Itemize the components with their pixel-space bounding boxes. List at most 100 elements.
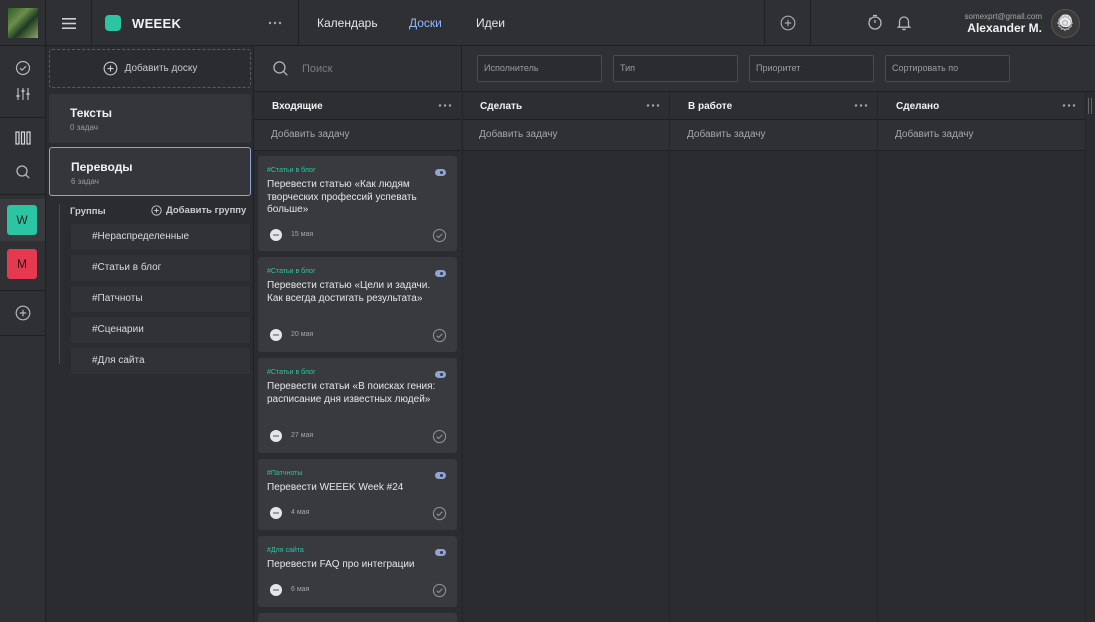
toggle-icon[interactable] [435,549,446,556]
more-dots-icon[interactable] [646,103,660,108]
rail-divider [0,194,46,195]
task-date: 15 мая [291,231,314,238]
app-name: WEEEK [132,15,182,31]
column-divider [877,92,878,622]
add-task-button[interactable]: Добавить задачу [254,120,461,151]
group-item[interactable]: #Патчноты [71,286,250,312]
column-header: В работе [670,92,877,120]
workspace-w[interactable]: W [7,205,37,235]
board-texts[interactable]: Тексты 0 задач [49,94,251,143]
plus-circle-icon [780,15,795,31]
group-item[interactable]: #Статьи в блог [71,255,250,281]
nav-calendar[interactable]: Календарь [317,16,378,30]
more-dots-icon[interactable] [854,103,868,108]
column-in-progress: В работе Добавить задачу [670,92,878,622]
more-dots-icon[interactable] [438,103,452,108]
check-circle-icon[interactable] [432,228,447,243]
search-icon [16,165,30,179]
task-card[interactable] [258,613,457,622]
task-title: Перевести статью «Как людям творческих п… [267,179,417,215]
check-circle-icon[interactable] [432,506,447,521]
left-rail: W M [0,46,46,622]
groups-label: Группы [70,206,106,217]
task-title: Перевести WEEEK Week #24 [267,482,404,493]
toggle-icon[interactable] [435,270,446,277]
workspace-thumbnail[interactable] [0,0,46,46]
groups-tree-line [59,204,60,364]
column-divider [669,92,670,622]
task-card[interactable]: #Статьи в блог Перевести статьи «В поиск… [258,358,457,453]
filter-assignee[interactable]: Исполнитель [477,55,602,82]
column-header: Сделать [462,92,669,120]
task-tag: #Статьи в блог [267,268,316,275]
toggle-icon[interactable] [435,169,446,176]
add-board-button[interactable]: Добавить доску [49,49,251,88]
assignee-avatar-icon[interactable] [270,584,282,596]
task-date: 6 мая [291,586,310,593]
task-tag: #Патчноты [267,470,303,477]
nav-boards[interactable]: Доски [409,16,442,30]
plus-circle-icon [103,61,118,76]
add-task-button[interactable]: Добавить задачу [462,120,669,151]
search-input[interactable] [302,60,442,78]
check-circle-icon[interactable] [432,429,447,444]
check-circle-icon[interactable] [432,328,447,343]
column-done: Сделано Добавить задачу [878,92,1086,622]
assignee-avatar-icon[interactable] [270,430,282,442]
user-name[interactable]: Alexander M. [967,21,1042,35]
app-brand: WEEEK [92,0,298,46]
horizontal-scroll-handle[interactable] [1088,98,1092,114]
timer-icon[interactable] [866,13,884,31]
toggle-icon[interactable] [435,472,446,479]
group-item[interactable]: #Нераспределенные [71,224,250,250]
assignee-avatar-icon[interactable] [270,229,282,241]
plus-circle-icon [15,305,31,321]
column-divider [462,92,463,622]
rail-divider [0,117,46,118]
task-title: Перевести FAQ про интеграции [267,559,415,570]
search-nav[interactable] [13,162,33,182]
task-tag: #Для сайта [267,547,304,554]
boards-nav[interactable] [13,128,33,148]
check-circle-icon [15,60,31,76]
group-item[interactable]: #Для сайта [71,348,250,374]
toggle-icon[interactable] [435,371,446,378]
column-header: Входящие [254,92,461,120]
create-button[interactable] [764,0,811,46]
task-card[interactable]: #Статьи в блог Перевести статью «Как люд… [258,156,457,251]
task-card[interactable]: #Патчноты Перевести WEEEK Week #24 4 мая [258,459,457,530]
menu-button[interactable] [46,0,92,46]
tasks-nav[interactable] [13,58,33,78]
nav-ideas[interactable]: Идеи [476,16,505,30]
bell-icon[interactable] [895,13,913,31]
gear-icon[interactable] [1056,14,1074,32]
user-email: somexprt@gmail.com [964,12,1042,21]
filter-type[interactable]: Тип [613,55,738,82]
task-tag: #Статьи в блог [267,167,316,174]
add-task-button[interactable]: Добавить задачу [670,120,877,151]
task-title: Перевести статьи «В поисках гения: распи… [267,381,436,405]
check-circle-icon[interactable] [432,583,447,598]
task-card[interactable]: #Для сайта Перевести FAQ про интеграции … [258,536,457,607]
column-title: Сделать [480,101,523,112]
board-translations[interactable]: Переводы 6 задач [49,147,251,196]
filters-nav[interactable] [13,84,33,104]
task-title: Перевести статью «Цели и задачи. Как все… [267,280,431,304]
add-group-button[interactable]: Добавить группу [151,205,246,216]
add-workspace-button[interactable] [13,303,33,323]
assignee-avatar-icon[interactable] [270,329,282,341]
boards-panel: Добавить доску Тексты 0 задач Переводы 6… [46,46,254,622]
filter-sort[interactable]: Сортировать по [885,55,1010,82]
filter-priority[interactable]: Приоритет [749,55,874,82]
task-card[interactable]: #Статьи в блог Перевести статью «Цели и … [258,257,457,352]
workspace-m[interactable]: M [7,249,37,279]
assignee-avatar-icon[interactable] [270,507,282,519]
board-title: Тексты [70,106,113,120]
more-dots-icon[interactable] [1062,103,1076,108]
search-bar [254,46,462,92]
group-item[interactable]: #Сценарии [71,317,250,343]
filters-bar: Исполнитель Тип Приоритет Сортировать по [462,46,1095,92]
top-bar: WEEEK Календарь Доски Идеи somexprt@gmai… [0,0,1095,46]
add-task-button[interactable]: Добавить задачу [878,120,1085,151]
more-dots-icon[interactable] [268,17,282,29]
